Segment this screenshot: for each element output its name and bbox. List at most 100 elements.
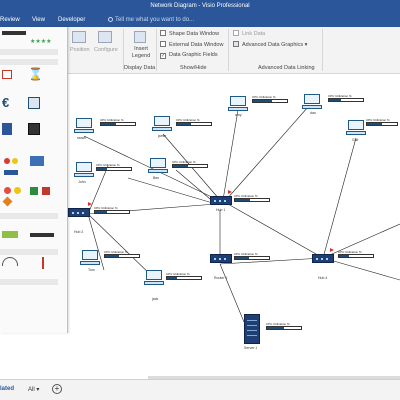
data-graphic-fields-label: Data Graphic Fields xyxy=(169,52,218,58)
calendar-icon[interactable] xyxy=(28,97,40,109)
gauge-icon[interactable] xyxy=(2,257,18,266)
traffic-light-icon[interactable] xyxy=(14,187,21,194)
node-label-dan: dan xyxy=(310,111,316,115)
warning-diamond-icon[interactable] xyxy=(2,196,13,207)
ribbon-tabs: Review View Developer Tell me what you w… xyxy=(0,14,400,27)
computer-node-amy[interactable] xyxy=(228,96,248,112)
cpu-bar-dan xyxy=(328,98,364,102)
traffic-light-icon[interactable] xyxy=(4,187,11,194)
cpu-bar-amy xyxy=(252,99,288,103)
advanced-data-linking-group-label: Advanced Data Linking xyxy=(258,65,315,71)
grid-icon[interactable] xyxy=(30,156,44,166)
cpu-bar-fill-sarah xyxy=(101,123,117,125)
status-yellow-icon[interactable] xyxy=(12,158,18,164)
configure-icon xyxy=(98,31,112,43)
tab-review[interactable]: Review xyxy=(0,17,20,23)
computer-node-tom[interactable] xyxy=(80,250,100,266)
computer-node-dan[interactable] xyxy=(302,94,322,110)
external-data-window-label: External Data Window xyxy=(169,42,224,48)
display-data-group-label: Display Data xyxy=(124,65,156,71)
cpu-bar-john xyxy=(96,167,132,171)
data-graphic-fields-option[interactable]: ✓ Data Graphic Fields xyxy=(160,52,218,59)
tell-me-text: Tell me what you want to do... xyxy=(115,17,195,23)
cpu-bar-fill-john xyxy=(97,168,108,170)
shape-data-window-option[interactable]: Shape Data Window xyxy=(160,30,219,37)
computer-node-gail[interactable] xyxy=(346,120,366,136)
computer-node-ben[interactable] xyxy=(148,158,168,174)
gallery-section-header xyxy=(0,249,58,255)
chip-icon[interactable] xyxy=(28,123,40,135)
link-data-button[interactable]: Link Data xyxy=(233,30,265,37)
cpu-bar-gail xyxy=(366,122,398,126)
advanced-data-graphics-button[interactable]: Advanced Data Graphics ▾ xyxy=(233,41,307,48)
tab-developer[interactable]: Developer xyxy=(58,17,85,23)
router-label-1: Router 1 xyxy=(214,276,228,280)
page-tab[interactable]: lated xyxy=(0,386,14,392)
legend-icon xyxy=(134,31,146,43)
status-red-icon[interactable] xyxy=(4,158,10,164)
hub-node-4[interactable] xyxy=(312,254,334,263)
group-separator xyxy=(228,29,229,71)
document-icon[interactable] xyxy=(2,123,12,135)
data-graphic-fields-checkbox[interactable]: ✓ xyxy=(160,53,166,59)
node-label-gail: Gail xyxy=(352,138,359,142)
cpu-bar-ben xyxy=(172,164,208,168)
cpu-bar-hub-2 xyxy=(94,210,130,214)
cpu-bar-tom xyxy=(104,254,140,258)
external-data-window-checkbox[interactable] xyxy=(160,41,166,47)
add-page-button[interactable]: + xyxy=(52,384,62,394)
cpu-bar-fill-amy xyxy=(253,100,272,102)
chevron-down-icon: ▾ xyxy=(36,387,40,393)
node-label-jack: jack xyxy=(152,297,159,301)
computer-node-jack[interactable] xyxy=(144,270,164,286)
computer-node-jamie[interactable] xyxy=(152,116,172,132)
hub-node-1[interactable] xyxy=(210,196,232,205)
computer-node-john[interactable] xyxy=(74,162,94,178)
thermometer-icon[interactable] xyxy=(42,257,44,269)
shape-data-window-label: Shape Data Window xyxy=(169,31,220,37)
server-node-1[interactable] xyxy=(244,314,260,344)
tab-view[interactable]: View xyxy=(32,17,45,23)
flag-red-icon[interactable] xyxy=(42,187,50,195)
advanced-data-graphics-label: Advanced Data Graphics xyxy=(242,42,304,48)
mail-icon[interactable] xyxy=(2,70,12,79)
node-label-tom: Tom xyxy=(88,268,95,272)
configure-button[interactable]: Configure xyxy=(94,47,118,53)
data-bar-graphic[interactable] xyxy=(2,231,18,238)
position-button[interactable]: Position xyxy=(70,47,90,53)
chevron-down-icon: ▾ xyxy=(303,42,308,48)
insert-legend-button[interactable]: Insert Legend xyxy=(128,46,154,60)
hub-node-2[interactable] xyxy=(68,208,90,217)
drawing-canvas[interactable]: sarah CPU Utilization % jamie CPU Utiliz… xyxy=(68,74,400,379)
progress-bar-graphic[interactable] xyxy=(30,233,54,237)
text-callout-graphic[interactable] xyxy=(2,31,26,35)
hourglass-icon[interactable]: ⌛ xyxy=(28,67,43,81)
node-label-ben: Ben xyxy=(153,176,160,180)
rating-stars-graphic[interactable]: ★★★★ xyxy=(30,38,52,45)
title-bar: Network Diagram - Visio Professional xyxy=(0,0,400,14)
cpu-bar-fill-server-1 xyxy=(267,327,284,329)
cpu-bar-hub-1 xyxy=(234,198,270,202)
all-pages-label: All xyxy=(28,387,35,393)
data-graphics-gallery: ★★★★ ⌛ € xyxy=(0,27,68,333)
cpu-bar-jamie xyxy=(176,122,212,126)
router-node-1[interactable] xyxy=(210,254,232,263)
all-pages-button[interactable]: All ▾ xyxy=(28,386,39,393)
flag-green-icon[interactable] xyxy=(30,187,38,195)
computer-node-sarah[interactable] xyxy=(74,118,94,134)
group-separator xyxy=(156,29,157,71)
server-label-1: Server 1 xyxy=(244,346,258,350)
euro-icon[interactable]: € xyxy=(2,95,9,110)
lightbulb-icon xyxy=(108,17,113,22)
shape-data-window-checkbox[interactable] xyxy=(160,30,166,36)
external-data-window-option[interactable]: External Data Window xyxy=(160,41,223,48)
cpu-bar-hub-4 xyxy=(338,254,374,258)
cpu-bar-fill-hub-1 xyxy=(235,199,251,201)
position-icon xyxy=(72,31,86,43)
alert-flag-icon xyxy=(88,202,92,206)
cpu-bar-fill-dan xyxy=(329,99,341,101)
window-title: Network Diagram - Visio Professional xyxy=(150,3,250,9)
tell-me-search[interactable]: Tell me what you want to do... xyxy=(108,17,194,23)
cpu-bar-router-1 xyxy=(234,256,270,260)
toggle-icon[interactable] xyxy=(4,170,18,175)
